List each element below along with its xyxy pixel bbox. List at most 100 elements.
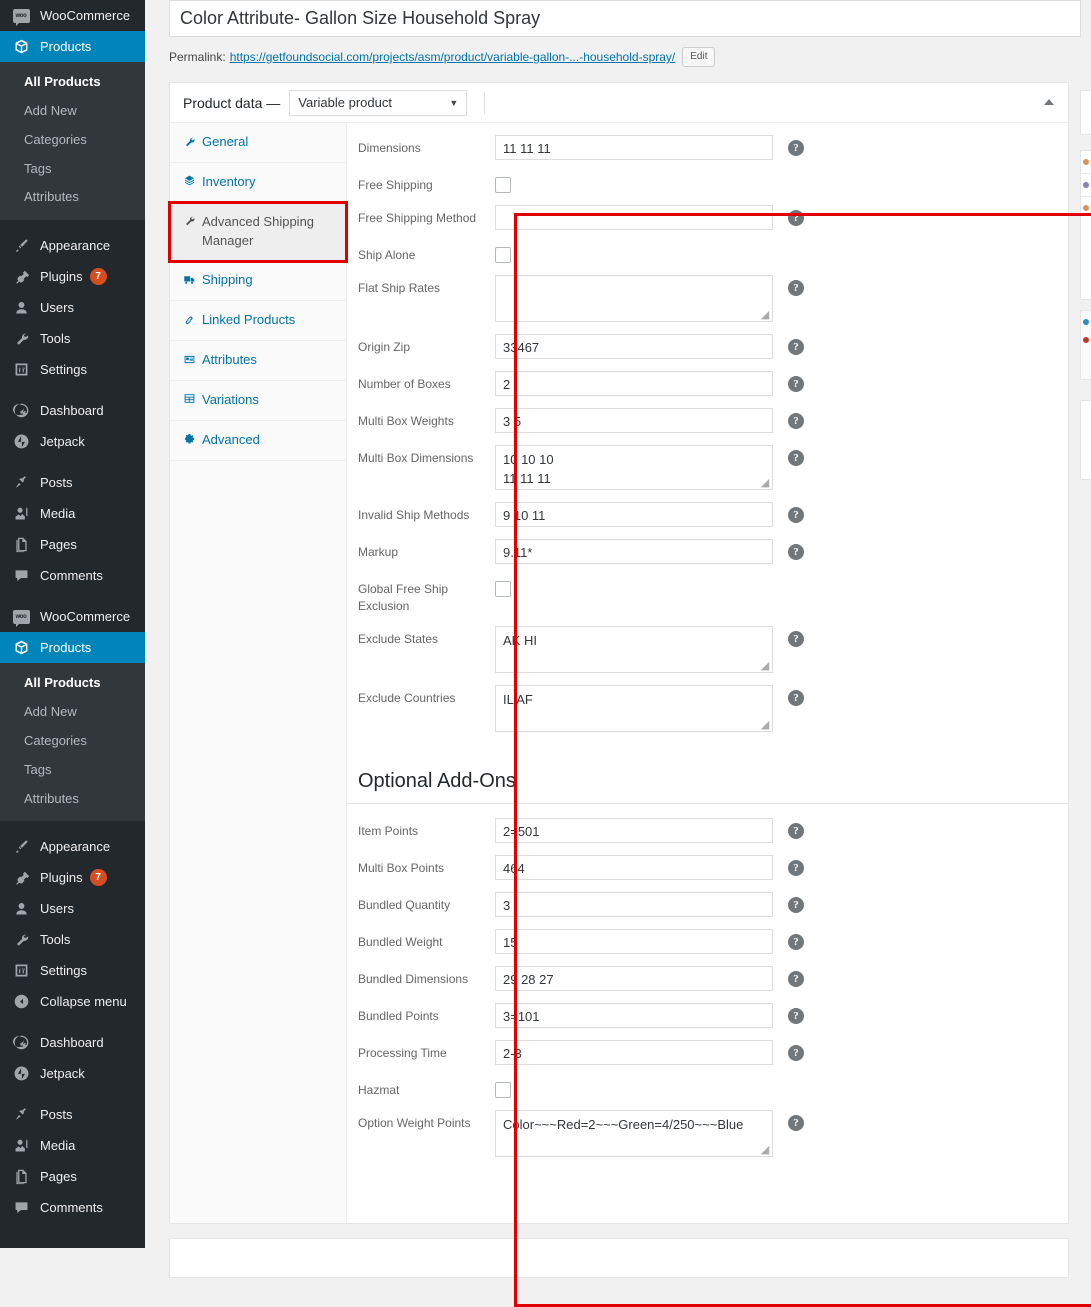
sidebar-item-users[interactable]: Users xyxy=(0,893,145,924)
sidebar-item-jetpack[interactable]: Jetpack xyxy=(0,1058,145,1089)
free-shipping-checkbox[interactable] xyxy=(495,177,511,193)
sidebar-item-settings[interactable]: Settings xyxy=(0,354,145,385)
sidebar-item-plugins[interactable]: Plugins7 xyxy=(0,261,145,292)
help-tip-icon[interactable]: ? xyxy=(788,934,804,950)
bundled-points-input[interactable]: 3=101 xyxy=(495,1003,773,1028)
dimensions-input[interactable]: 11 11 11 xyxy=(495,135,773,160)
sidebar-item-comments[interactable]: Comments xyxy=(0,560,145,591)
submenu-item-categories[interactable]: Categories xyxy=(0,126,145,155)
markup-input[interactable]: 9.11* xyxy=(495,539,773,564)
permalink-link[interactable]: https://getfoundsocial.com/projects/asm/… xyxy=(230,50,676,64)
sidebar-item-settings[interactable]: Settings xyxy=(0,955,145,986)
help-tip-icon[interactable]: ? xyxy=(788,507,804,523)
edit-permalink-button[interactable]: Edit xyxy=(682,47,715,67)
item-points-input[interactable]: 2=501 xyxy=(495,818,773,843)
collapse-metabox-toggle-icon[interactable] xyxy=(1044,99,1054,105)
help-tip-icon[interactable]: ? xyxy=(788,544,804,560)
number-of-boxes-input[interactable]: 2 xyxy=(495,371,773,396)
sidebar-item-woocommerce[interactable]: wooWooCommerce xyxy=(0,601,145,632)
sidebar-item-posts[interactable]: Posts xyxy=(0,467,145,498)
field-row: Bundled Quantity3? xyxy=(347,886,1068,923)
sidebar-item-jetpack[interactable]: Jetpack xyxy=(0,426,145,457)
sidebar-item-appearance[interactable]: Appearance xyxy=(0,230,145,261)
submenu-item-add-new[interactable]: Add New xyxy=(0,97,145,126)
help-tip-icon[interactable]: ? xyxy=(788,897,804,913)
tab-linked-products[interactable]: Linked Products xyxy=(170,301,346,341)
product-title-field[interactable]: Color Attribute- Gallon Size Household S… xyxy=(169,0,1081,37)
help-tip-icon[interactable]: ? xyxy=(788,210,804,226)
sidebar-item-users[interactable]: Users xyxy=(0,292,145,323)
next-metabox xyxy=(169,1238,1069,1278)
sidebar-item-products[interactable]: Products xyxy=(0,632,145,663)
submenu-item-categories[interactable]: Categories xyxy=(0,727,145,756)
resize-grip-icon[interactable]: ◢ xyxy=(759,660,771,672)
multi-box-dimensions-textarea[interactable]: 10 10 10 11 11 11◢ xyxy=(495,445,773,490)
help-tip-icon[interactable]: ? xyxy=(788,1045,804,1061)
tab-general[interactable]: General xyxy=(170,123,346,163)
hazmat-checkbox[interactable] xyxy=(495,1082,511,1098)
resize-grip-icon[interactable]: ◢ xyxy=(759,477,771,489)
tab-inventory[interactable]: Inventory xyxy=(170,163,346,203)
bundled-dimensions-input[interactable]: 29 28 27 xyxy=(495,966,773,991)
submenu-item-attributes[interactable]: Attributes xyxy=(0,785,145,814)
sidebar-item-posts[interactable]: Posts xyxy=(0,1099,145,1130)
sidebar-item-pages[interactable]: Pages xyxy=(0,1161,145,1192)
exclude-countries-textarea[interactable]: IL AF◢ xyxy=(495,685,773,732)
tab-attributes[interactable]: Attributes xyxy=(170,341,346,381)
ship-alone-checkbox[interactable] xyxy=(495,247,511,263)
sidebar-item-collapse-menu[interactable]: Collapse menu xyxy=(0,986,145,1017)
help-tip-icon[interactable]: ? xyxy=(788,823,804,839)
option-weight-points-textarea[interactable]: Color~~~Red=2~~~Green=4/250~~~Blue◢ xyxy=(495,1110,773,1157)
submenu-item-tags[interactable]: Tags xyxy=(0,155,145,184)
help-tip-icon[interactable]: ? xyxy=(788,450,804,466)
resize-grip-icon[interactable]: ◢ xyxy=(759,309,771,321)
tab-advanced[interactable]: Advanced xyxy=(170,421,346,461)
submenu-item-attributes[interactable]: Attributes xyxy=(0,183,145,212)
sidebar-item-appearance[interactable]: Appearance xyxy=(0,831,145,862)
sidebar-item-dashboard[interactable]: Dashboard xyxy=(0,395,145,426)
tab-advanced-shipping-manager[interactable]: Advanced Shipping Manager xyxy=(170,203,346,262)
help-tip-icon[interactable]: ? xyxy=(788,1008,804,1024)
sidebar-item-pages[interactable]: Pages xyxy=(0,529,145,560)
sidebar-item-tools[interactable]: Tools xyxy=(0,924,145,955)
flat-ship-rates-textarea[interactable]: ◢ xyxy=(495,275,773,322)
sidebar-submenu: All ProductsAdd NewCategoriesTagsAttribu… xyxy=(0,663,145,821)
submenu-item-tags[interactable]: Tags xyxy=(0,756,145,785)
sidebar-item-tools[interactable]: Tools xyxy=(0,323,145,354)
exclude-states-textarea[interactable]: AK HI◢ xyxy=(495,626,773,673)
help-tip-icon[interactable]: ? xyxy=(788,280,804,296)
help-tip-icon[interactable]: ? xyxy=(788,690,804,706)
help-tip-icon[interactable]: ? xyxy=(788,631,804,647)
bundled-quantity-input[interactable]: 3 xyxy=(495,892,773,917)
submenu-item-all-products[interactable]: All Products xyxy=(0,68,145,97)
help-tip-icon[interactable]: ? xyxy=(788,971,804,987)
free-shipping-method-input[interactable] xyxy=(495,205,773,230)
help-tip-icon[interactable]: ? xyxy=(788,1115,804,1131)
sidebar-item-dashboard[interactable]: Dashboard xyxy=(0,1027,145,1058)
help-tip-icon[interactable]: ? xyxy=(788,140,804,156)
sidebar-item-media[interactable]: Media xyxy=(0,498,145,529)
sidebar-item-plugins[interactable]: Plugins7 xyxy=(0,862,145,893)
help-tip-icon[interactable]: ? xyxy=(788,860,804,876)
sidebar-item-media[interactable]: Media xyxy=(0,1130,145,1161)
sidebar-item-products[interactable]: Products xyxy=(0,31,145,62)
bundled-weight-input[interactable]: 15 xyxy=(495,929,773,954)
help-tip-icon[interactable]: ? xyxy=(788,339,804,355)
sidebar-item-woocommerce[interactable]: wooWooCommerce xyxy=(0,0,145,31)
multi-box-weights-input[interactable]: 3 5 xyxy=(495,408,773,433)
tab-variations[interactable]: Variations xyxy=(170,381,346,421)
processing-time-input[interactable]: 2-3 xyxy=(495,1040,773,1065)
resize-grip-icon[interactable]: ◢ xyxy=(759,1144,771,1156)
origin-zip-input[interactable]: 33467 xyxy=(495,334,773,359)
sidebar-item-comments[interactable]: Comments xyxy=(0,1192,145,1223)
tab-shipping[interactable]: Shipping xyxy=(170,261,346,301)
resize-grip-icon[interactable]: ◢ xyxy=(759,719,771,731)
help-tip-icon[interactable]: ? xyxy=(788,376,804,392)
global-free-ship-exclusion-checkbox[interactable] xyxy=(495,581,511,597)
multi-box-points-input[interactable]: 464 xyxy=(495,855,773,880)
product-type-select[interactable]: Variable product ▼ xyxy=(289,90,467,116)
submenu-item-add-new[interactable]: Add New xyxy=(0,698,145,727)
invalid-ship-methods-input[interactable]: 9 10 11 xyxy=(495,502,773,527)
submenu-item-all-products[interactable]: All Products xyxy=(0,669,145,698)
help-tip-icon[interactable]: ? xyxy=(788,413,804,429)
